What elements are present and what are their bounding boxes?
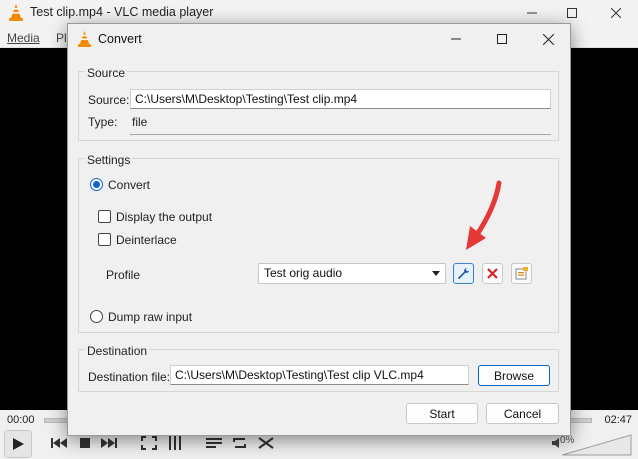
vlc-logo-icon — [9, 4, 23, 21]
new-profile-button[interactable] — [511, 263, 532, 284]
minimize-icon — [527, 12, 537, 14]
dialog-title: Convert — [98, 32, 142, 46]
start-button[interactable]: Start — [406, 403, 478, 424]
dump-raw-label[interactable]: Dump raw input — [108, 310, 192, 324]
profile-select[interactable]: Test orig audio — [258, 263, 446, 284]
equalizer-icon — [169, 436, 181, 450]
destination-file-input[interactable]: C:\Users\M\Desktop\Testing\Test clip VLC… — [170, 365, 469, 385]
annotation-arrow-icon — [466, 180, 502, 250]
type-underline — [130, 134, 551, 135]
delete-x-icon — [487, 268, 498, 279]
maximize-icon — [497, 34, 507, 44]
menu-playback[interactable]: Pl — [56, 31, 67, 45]
volume-slider[interactable] — [562, 434, 632, 456]
vlc-close-button[interactable] — [596, 0, 636, 26]
destination-group-title: Destination — [85, 344, 150, 358]
chevron-down-icon — [432, 271, 440, 276]
stop-icon — [80, 438, 90, 448]
type-value: file — [132, 115, 148, 129]
profile-select-value: Test orig audio — [264, 266, 343, 280]
fullscreen-icon — [141, 436, 157, 450]
destination-group: Destination Destination file: C:\Users\M… — [78, 344, 559, 392]
close-icon — [611, 8, 621, 18]
vlc-window-title: Test clip.mp4 - VLC media player — [30, 5, 214, 19]
close-icon — [542, 33, 554, 45]
minimize-icon — [451, 38, 461, 40]
new-profile-icon — [515, 267, 528, 280]
dump-raw-radio[interactable] — [90, 310, 103, 323]
dialog-maximize-button[interactable] — [482, 26, 522, 52]
time-elapsed: 00:00 — [7, 414, 35, 426]
profile-label: Profile — [106, 268, 141, 282]
deinterlace-label[interactable]: Deinterlace — [116, 233, 177, 247]
dialog-minimize-button[interactable] — [436, 26, 476, 52]
browse-button[interactable]: Browse — [478, 365, 550, 386]
dialog-titlebar: Convert — [68, 24, 570, 54]
play-icon — [13, 438, 24, 450]
settings-group-title: Settings — [85, 153, 133, 167]
source-group: Source Source: C:\Users\M\Desktop\Testin… — [78, 66, 559, 141]
display-output-label[interactable]: Display the output — [116, 210, 212, 224]
deinterlace-checkbox[interactable] — [98, 233, 111, 246]
edit-profile-button[interactable] — [453, 263, 474, 284]
playlist-icon — [206, 438, 222, 448]
source-label: Source: — [88, 93, 130, 107]
source-field: C:\Users\M\Desktop\Testing\Test clip.mp4 — [130, 89, 551, 109]
shuffle-icon — [258, 437, 274, 449]
vlc-logo-icon — [77, 31, 92, 47]
previous-icon — [51, 438, 67, 448]
display-output-checkbox[interactable] — [98, 210, 111, 223]
cancel-button[interactable]: Cancel — [486, 403, 559, 424]
menu-media[interactable]: Media — [7, 31, 40, 45]
play-button[interactable] — [4, 430, 32, 458]
convert-radio[interactable] — [90, 178, 103, 191]
destination-file-label: Destination file: — [88, 370, 171, 384]
source-group-title: Source — [85, 66, 128, 80]
next-icon — [101, 438, 117, 448]
time-total: 02:47 — [604, 414, 632, 426]
loop-icon — [233, 438, 246, 448]
maximize-icon — [567, 8, 577, 18]
wrench-icon — [457, 267, 470, 280]
convert-label[interactable]: Convert — [108, 178, 150, 192]
delete-profile-button[interactable] — [482, 263, 503, 284]
dialog-close-button[interactable] — [528, 26, 568, 52]
type-label: Type: — [88, 115, 118, 129]
